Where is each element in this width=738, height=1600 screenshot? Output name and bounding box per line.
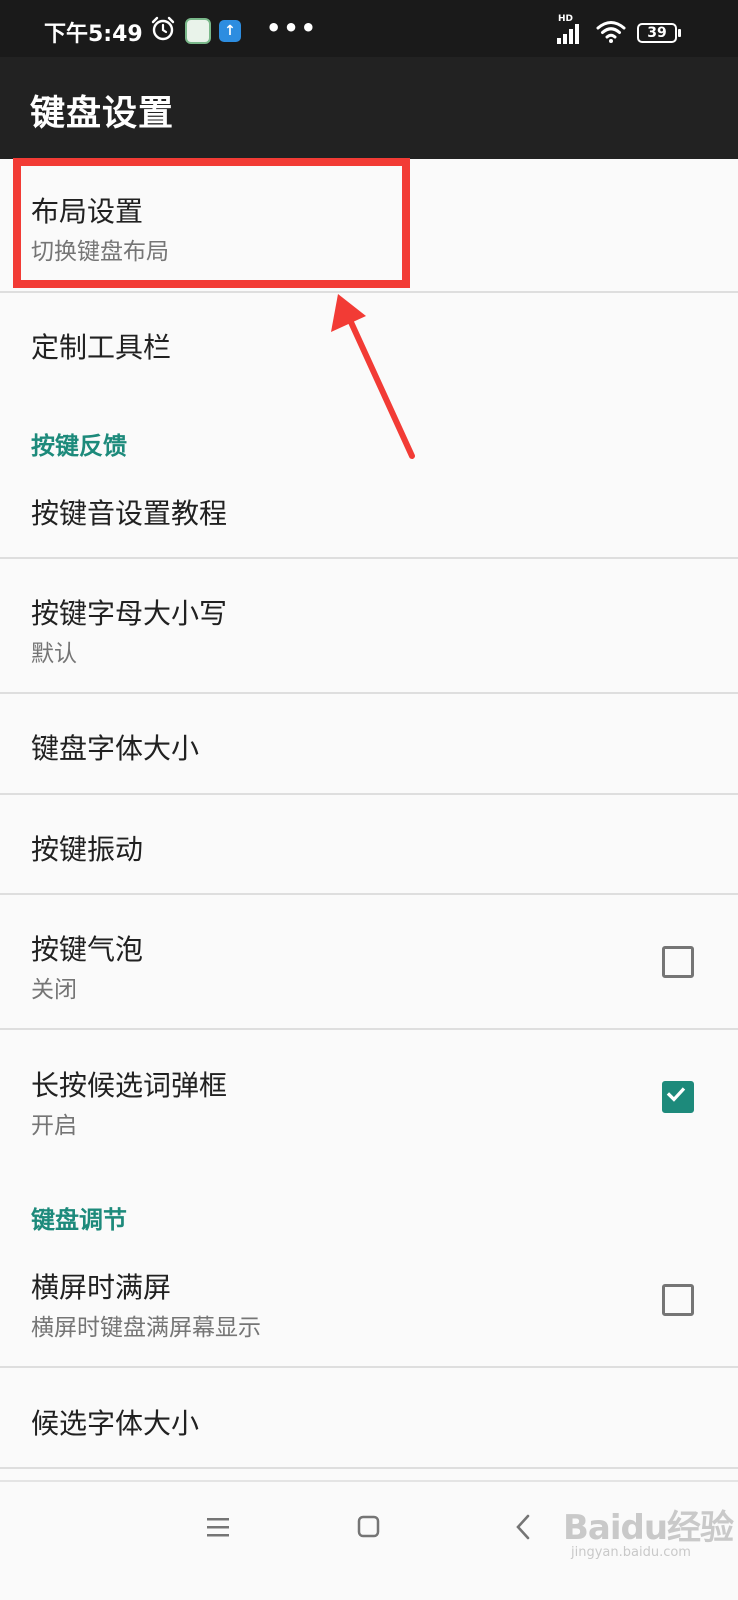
battery-icon: 39: [637, 23, 677, 43]
setting-summary: 横屏时键盘满屏幕显示: [31, 1315, 261, 1341]
page-title: 键盘设置: [30, 94, 175, 134]
setting-title: 键盘字体大小: [31, 732, 200, 765]
setting-item-vibration[interactable]: 按键振动: [0, 795, 738, 893]
setting-item-bubble[interactable]: 按键气泡 关闭: [0, 895, 738, 1028]
setting-title: 按键音设置教程: [31, 497, 228, 530]
status-time: 下午5:49: [44, 22, 143, 47]
app-notification-icon: [185, 18, 211, 44]
section-header-feedback: 按键反馈: [31, 432, 127, 460]
menu-icon[interactable]: [206, 1516, 232, 1538]
watermark-brand: Baidu经验: [563, 1508, 734, 1548]
check-icon: [666, 1087, 686, 1102]
status-bar: 下午5:49 ↑ ••• HD 39: [0, 0, 738, 57]
bubble-checkbox[interactable]: [662, 946, 694, 978]
setting-title: 按键字母大小写: [31, 597, 228, 630]
setting-title: 横屏时满屏: [31, 1271, 172, 1304]
setting-item-layout[interactable]: 布局设置 切换键盘布局: [0, 159, 738, 291]
setting-item-key-sound[interactable]: 按键音设置教程: [0, 470, 738, 557]
setting-item-toolbar[interactable]: 定制工具栏: [0, 293, 738, 393]
setting-item-fullscreen[interactable]: 横屏时满屏 横屏时键盘满屏幕显示: [0, 1244, 738, 1366]
setting-title: 布局设置: [31, 195, 144, 228]
setting-summary: 开启: [31, 1113, 77, 1139]
setting-summary: 关闭: [31, 977, 77, 1003]
app-bar: 键盘设置: [0, 57, 738, 159]
setting-title: 候选字体大小: [31, 1407, 200, 1440]
battery-level: 39: [647, 25, 667, 41]
section-header-adjust: 键盘调节: [31, 1206, 127, 1234]
fullscreen-checkbox[interactable]: [662, 1284, 694, 1316]
battery-tip: [678, 29, 681, 37]
setting-summary: 切换键盘布局: [31, 239, 169, 265]
signal-icon: [557, 24, 579, 44]
setting-title: 按键振动: [31, 833, 144, 866]
baidu-watermark: Baidu经验 jingyan.baidu.com: [563, 1500, 734, 1560]
setting-item-key-case[interactable]: 按键字母大小写 默认: [0, 559, 738, 692]
back-icon[interactable]: [514, 1513, 532, 1541]
setting-item-font-size[interactable]: 键盘字体大小: [0, 694, 738, 793]
long-press-checkbox[interactable]: [662, 1081, 694, 1113]
setting-item-long-press[interactable]: 长按候选词弹框 开启: [0, 1030, 738, 1164]
setting-title: 长按候选词弹框: [31, 1069, 228, 1102]
setting-summary: 默认: [31, 641, 77, 667]
wifi-icon: [596, 21, 626, 43]
setting-item-candidate-font[interactable]: 候选字体大小: [0, 1368, 738, 1468]
divider: [0, 1467, 738, 1469]
more-notifications-icon: •••: [266, 14, 319, 42]
alarm-icon: [151, 16, 175, 41]
setting-title: 按键气泡: [31, 933, 144, 966]
upload-icon: ↑: [219, 20, 241, 42]
home-icon[interactable]: [357, 1515, 381, 1539]
setting-title: 定制工具栏: [31, 331, 172, 364]
